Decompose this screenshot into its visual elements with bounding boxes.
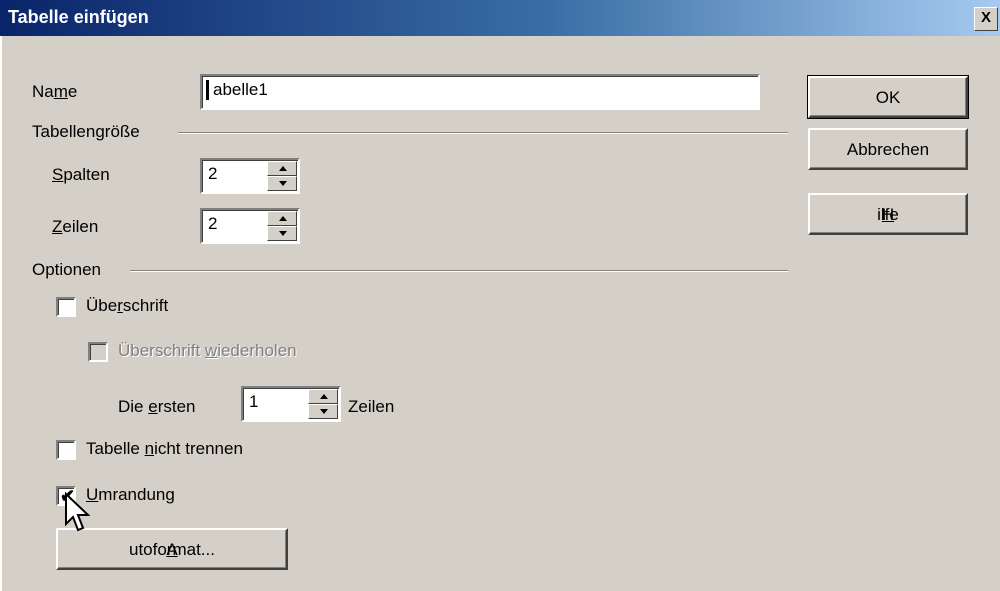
title-bar[interactable]: Tabelle einfügen X [0,0,1000,36]
columns-decrement-button[interactable] [267,176,297,191]
table-name-value: abelle1 [213,80,268,99]
first-rows-decrement-button[interactable] [308,404,338,419]
rows-increment-button[interactable] [267,211,297,226]
close-button[interactable]: X [974,7,998,31]
heading-checkbox[interactable] [56,297,76,317]
help-button[interactable]: Hilfe [808,193,968,235]
heading-label[interactable]: Übeschriftrschrift [86,296,168,316]
table-name-input[interactable]: abelle1 [200,74,760,110]
window-border [0,36,3,591]
repeat-heading-checkbox[interactable] [88,342,108,362]
cancel-button[interactable]: Abbrechen [808,128,968,170]
ok-button[interactable]: OK [807,75,969,119]
rows-label: Zeilen [52,217,99,236]
rows-spinner[interactable]: 2 [200,208,300,244]
options-group-label: Optionen [32,260,101,279]
autoformat-button[interactable]: Autoformat... [56,528,288,570]
first-rows-label: Die ersten [118,397,196,416]
insert-table-dialog: Tabelle einfügen X Name abelle1 Tabellen… [0,0,1000,591]
dont-split-checkbox[interactable] [56,440,76,460]
first-rows-spinner[interactable]: 1 [241,386,341,422]
dialog-title: Tabelle einfügen [8,7,149,27]
table-size-group-label: Tabellengröße [32,122,140,141]
border-label[interactable]: Umrandung [86,485,175,505]
mouse-pointer-icon [65,492,90,532]
columns-increment-button[interactable] [267,161,297,176]
first-rows-suffix: Zeilen [348,397,395,416]
columns-label: Spalten [52,165,110,184]
dont-split-label[interactable]: Tabelle nicht trennen [86,439,243,459]
table-size-separator [178,132,788,134]
first-rows-increment-button[interactable] [308,389,338,404]
text-caret [206,80,209,100]
close-icon: X [980,9,991,26]
rows-decrement-button[interactable] [267,226,297,241]
columns-spinner[interactable]: 2 [200,158,300,194]
name-label: Name [32,82,78,101]
repeat-heading-label: Überschrift wiederholen [118,341,297,360]
options-separator [130,270,788,272]
